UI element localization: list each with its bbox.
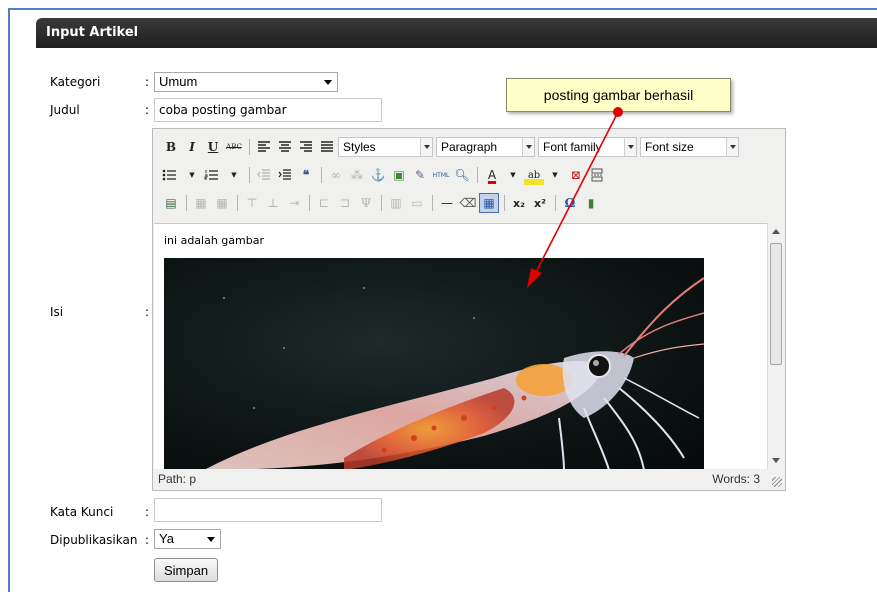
dipublikasikan-label: Dipublikasikan xyxy=(50,533,138,547)
dipublikasikan-select[interactable]: Ya xyxy=(154,529,221,549)
kata-kunci-colon: : xyxy=(145,505,150,519)
chevron-down-icon xyxy=(207,537,215,542)
dipublikasikan-colon: : xyxy=(145,533,150,547)
kata-kunci-input[interactable] xyxy=(154,498,382,522)
kata-kunci-label: Kata Kunci xyxy=(50,505,114,519)
annotation-arrow xyxy=(527,107,623,288)
annotation-dot xyxy=(613,107,623,117)
simpan-button[interactable]: Simpan xyxy=(154,558,219,582)
dipublikasikan-select-value: Ya xyxy=(159,531,174,546)
annotation-line xyxy=(534,115,617,275)
annotation-arrowhead xyxy=(527,268,542,288)
